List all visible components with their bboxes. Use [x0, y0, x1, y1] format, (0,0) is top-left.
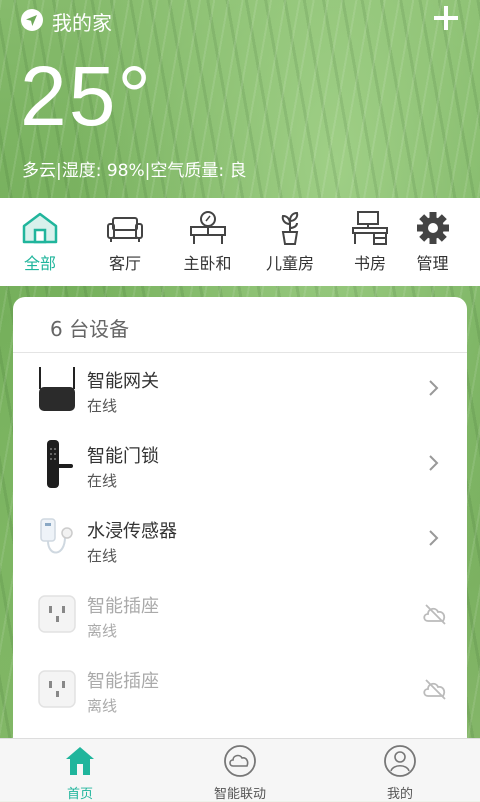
room-tab-living-room[interactable]: 客厅: [80, 198, 170, 286]
room-tab-master-bedroom[interactable]: 主卧和: [170, 198, 245, 286]
room-tab-all[interactable]: 全部: [0, 198, 80, 286]
vanity-table-icon: [189, 211, 226, 244]
gear-icon: [416, 212, 449, 244]
cloud-offline-icon: [423, 604, 446, 625]
room-tab-label: 书房: [353, 254, 386, 273]
device-count: 6 台设备: [50, 317, 130, 341]
device-row-smart-plug[interactable]: 智能插座 离线: [13, 578, 467, 653]
chevron-right-icon: [429, 530, 439, 546]
weather-summary: 多云|湿度: 98%|空气质量: 良: [22, 156, 247, 181]
potted-plant-icon: [281, 211, 299, 245]
navigation-arrow-icon[interactable]: [20, 8, 44, 32]
cloud-offline-icon: [423, 679, 446, 700]
chevron-right-icon: [429, 380, 439, 396]
house-icon: [22, 212, 58, 244]
humidity: 湿度: 98%: [61, 161, 145, 181]
home-icon: [66, 747, 94, 775]
cloud-icon: [224, 745, 256, 777]
device-name: 智能插座: [87, 671, 159, 692]
device-list-header: 6 台设备: [13, 297, 467, 353]
temperature: 25°: [20, 49, 154, 143]
room-tabs: 全部 客厅 主卧和 儿童房 书房 管理: [0, 198, 480, 286]
tab-label: 智能联动: [213, 787, 266, 802]
room-tab-label: 客厅: [108, 254, 141, 273]
device-status: 在线: [87, 472, 118, 490]
device-name: 智能插座: [87, 596, 159, 617]
bottom-tab-bar: 首页 智能联动 我的: [0, 738, 480, 802]
device-status: 离线: [87, 697, 118, 715]
chevron-right-icon: [429, 455, 439, 471]
gateway-icon: [39, 367, 75, 411]
room-tab-label: 管理: [416, 254, 449, 273]
device-status: 离线: [87, 622, 118, 640]
weather-condition: 多云: [22, 161, 56, 181]
room-tab-study[interactable]: 书房: [335, 198, 405, 286]
sofa-icon: [107, 217, 143, 242]
tab-smart-linkage[interactable]: 智能联动: [180, 739, 300, 802]
device-status: 在线: [87, 547, 118, 565]
water-sensor-icon: [40, 518, 73, 554]
room-tab-label: 主卧和: [183, 254, 232, 273]
smart-plug-icon: [38, 670, 76, 708]
tab-home[interactable]: 首页: [20, 739, 140, 802]
room-tab-label: 全部: [23, 254, 56, 273]
device-name: 水浸传感器: [87, 521, 177, 542]
device-status: 在线: [87, 397, 118, 415]
room-tab-kids-room[interactable]: 儿童房: [245, 198, 335, 286]
device-name: 智能门锁: [87, 446, 159, 467]
home-name[interactable]: 我的家: [52, 7, 112, 36]
device-list-card: 6 台设备 智能网关 在线 智能门锁 在线 水浸传感器 在线 智能插座 离线 智…: [13, 297, 467, 757]
device-name: 智能网关: [87, 371, 159, 392]
room-tab-label: 儿童房: [265, 254, 314, 273]
smart-plug-icon: [38, 595, 76, 633]
device-row-smart-plug[interactable]: 智能插座 离线: [13, 653, 467, 728]
door-lock-icon: [47, 440, 73, 488]
device-row-water-sensor[interactable]: 水浸传感器 在线: [13, 503, 467, 578]
air-quality: 空气质量: 良: [150, 161, 247, 181]
device-row-door-lock[interactable]: 智能门锁 在线: [13, 428, 467, 503]
room-tab-manage[interactable]: 管理: [405, 198, 460, 286]
tab-me[interactable]: 我的: [340, 739, 460, 802]
top-bar: 我的家: [0, 0, 480, 44]
device-row-gateway[interactable]: 智能网关 在线: [13, 353, 467, 428]
tab-label: 首页: [66, 787, 93, 802]
tab-label: 我的: [386, 787, 413, 802]
person-icon: [384, 745, 416, 777]
plus-icon[interactable]: [432, 4, 460, 32]
desk-icon: [352, 211, 388, 245]
